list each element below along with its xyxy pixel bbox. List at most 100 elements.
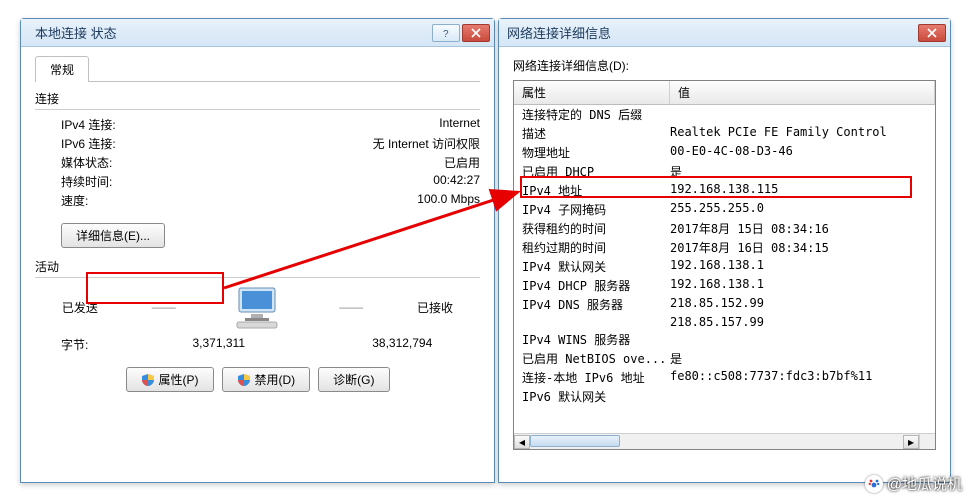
value-cell: 255.255.255.0 [670, 201, 935, 218]
listview-row[interactable]: 租约过期的时间2017年8月 16日 08:34:15 [514, 238, 935, 257]
duration-value: 00:42:27 [433, 173, 480, 190]
value-cell: 是 [670, 163, 935, 180]
listview-row[interactable]: 已启用 NetBIOS ove...是 [514, 349, 935, 368]
listview-row[interactable]: IPv4 DNS 服务器218.85.152.99 [514, 295, 935, 314]
value-cell [670, 106, 935, 123]
listview-row[interactable]: 获得租约的时间2017年8月 15日 08:34:16 [514, 219, 935, 238]
media-state-label: 媒体状态: [61, 154, 112, 171]
listview-row[interactable]: IPv6 默认网关 [514, 387, 935, 406]
listview-row[interactable]: IPv4 WINS 服务器 [514, 330, 935, 349]
horizontal-scrollbar[interactable]: ◂ ▸ [514, 433, 919, 449]
property-cell: IPv4 WINS 服务器 [514, 331, 670, 348]
property-cell: IPv6 默认网关 [514, 388, 670, 405]
value-cell [670, 331, 935, 348]
connection-group-label: 连接 [35, 90, 480, 107]
properties-button-label: 属性(P) [159, 371, 199, 388]
properties-button[interactable]: 属性(P) [126, 367, 214, 392]
tab-general[interactable]: 常规 [35, 56, 89, 82]
listview-row[interactable]: IPv4 地址192.168.138.115 [514, 181, 935, 200]
column-property[interactable]: 属性 [514, 81, 670, 104]
titlebar[interactable]: 网络连接详细信息 [499, 19, 950, 47]
value-cell: 是 [670, 350, 935, 367]
column-value[interactable]: 值 [670, 81, 935, 104]
disable-button-label: 禁用(D) [255, 371, 296, 388]
bottom-button-row: 属性(P) 禁用(D) 诊断(G) [35, 367, 480, 392]
diagnose-button-label: 诊断(G) [333, 371, 374, 388]
property-cell [514, 315, 670, 329]
details-listview[interactable]: 属性 值 连接特定的 DNS 后缀描述Realtek PCIe FE Famil… [513, 80, 936, 450]
ipv4-conn-value: Internet [439, 116, 480, 133]
property-cell: 描述 [514, 125, 670, 142]
value-cell: Realtek PCIe FE Family Control [670, 125, 935, 142]
details-button[interactable]: 详细信息(E)... [61, 223, 165, 248]
value-cell: 192.168.138.1 [670, 277, 935, 294]
shield-icon [237, 373, 251, 387]
ipv4-conn-label: IPv4 连接: [61, 116, 116, 133]
details-label: 网络连接详细信息(D): [513, 57, 936, 74]
property-cell: IPv4 地址 [514, 182, 670, 199]
shield-icon [141, 373, 155, 387]
network-details-window: 网络连接详细信息 网络连接详细信息(D): 属性 值 连接特定的 DNS 后缀描… [498, 18, 951, 483]
listview-row[interactable]: IPv4 默认网关192.168.138.1 [514, 257, 935, 276]
activity-row: 已发送 —— —— 已接收 [35, 284, 480, 330]
property-cell: 已启用 NetBIOS ove... [514, 350, 670, 367]
property-cell: 租约过期的时间 [514, 239, 670, 256]
close-button[interactable] [918, 24, 946, 42]
property-cell: IPv4 默认网关 [514, 258, 670, 275]
duration-label: 持续时间: [61, 173, 112, 190]
window-title: 网络连接详细信息 [507, 23, 918, 42]
listview-row[interactable]: 218.85.157.99 [514, 314, 935, 330]
divider [35, 109, 480, 110]
value-cell: 218.85.152.99 [670, 296, 935, 313]
value-cell: 2017年8月 15日 08:34:16 [670, 220, 935, 237]
value-cell [670, 388, 935, 405]
value-cell: 192.168.138.1 [670, 258, 935, 275]
window-body: 网络连接详细信息(D): 属性 值 连接特定的 DNS 后缀描述Realtek … [499, 47, 950, 450]
sent-label: 已发送 [62, 299, 98, 316]
scroll-right-arrow[interactable]: ▸ [903, 435, 919, 449]
listview-row[interactable]: 已启用 DHCP是 [514, 162, 935, 181]
paw-icon [865, 475, 883, 493]
property-cell: 连接-本地 IPv6 地址 [514, 369, 670, 386]
value-cell: 00-E0-4C-08-D3-46 [670, 144, 935, 161]
monitor-icon [229, 284, 285, 330]
disable-button[interactable]: 禁用(D) [222, 367, 311, 392]
speed-value: 100.0 Mbps [417, 192, 480, 209]
local-connection-status-window: 本地连接 状态 ? 常规 连接 IPv4 连接: Internet IPv6 连接… [20, 18, 495, 483]
property-cell: 已启用 DHCP [514, 163, 670, 180]
listview-row[interactable]: 连接-本地 IPv6 地址fe80::c508:7737:fdc3:b7bf%1… [514, 368, 935, 387]
listview-body: 连接特定的 DNS 后缀描述Realtek PCIe FE Family Con… [514, 105, 935, 406]
ipv6-conn-label: IPv6 连接: [61, 135, 116, 152]
property-cell: IPv4 DNS 服务器 [514, 296, 670, 313]
received-label: 已接收 [417, 299, 453, 316]
activity-group-label: 活动 [35, 258, 480, 275]
value-cell: 218.85.157.99 [670, 315, 935, 329]
scroll-left-arrow[interactable]: ◂ [514, 435, 530, 449]
listview-row[interactable]: IPv4 子网掩码255.255.255.0 [514, 200, 935, 219]
listview-row[interactable]: 描述Realtek PCIe FE Family Control [514, 124, 935, 143]
value-cell: 192.168.138.115 [670, 182, 935, 199]
close-button[interactable] [462, 24, 490, 42]
listview-row[interactable]: IPv4 DHCP 服务器192.168.138.1 [514, 276, 935, 295]
divider [35, 277, 480, 278]
window-title: 本地连接 状态 [35, 23, 432, 42]
tab-row: 常规 [35, 55, 480, 82]
property-cell: IPv4 DHCP 服务器 [514, 277, 670, 294]
watermark: @地瓜说机 [865, 473, 962, 494]
diagnose-button[interactable]: 诊断(G) [318, 367, 389, 392]
svg-text:?: ? [443, 29, 449, 38]
listview-row[interactable]: 连接特定的 DNS 后缀 [514, 105, 935, 124]
bytes-received: 38,312,794 [325, 336, 481, 353]
value-cell: fe80::c508:7737:fdc3:b7bf%11 [670, 369, 935, 386]
bytes-sent: 3,371,311 [141, 336, 297, 353]
property-cell: 物理地址 [514, 144, 670, 161]
listview-row[interactable]: 物理地址00-E0-4C-08-D3-46 [514, 143, 935, 162]
scroll-track[interactable] [530, 435, 903, 449]
watermark-text: @地瓜说机 [887, 473, 962, 494]
titlebar[interactable]: 本地连接 状态 ? [21, 19, 494, 47]
property-cell: IPv4 子网掩码 [514, 201, 670, 218]
media-state-value: 已启用 [444, 154, 480, 171]
help-button[interactable]: ? [432, 24, 460, 42]
property-cell: 获得租约的时间 [514, 220, 670, 237]
scroll-thumb[interactable] [530, 435, 620, 447]
